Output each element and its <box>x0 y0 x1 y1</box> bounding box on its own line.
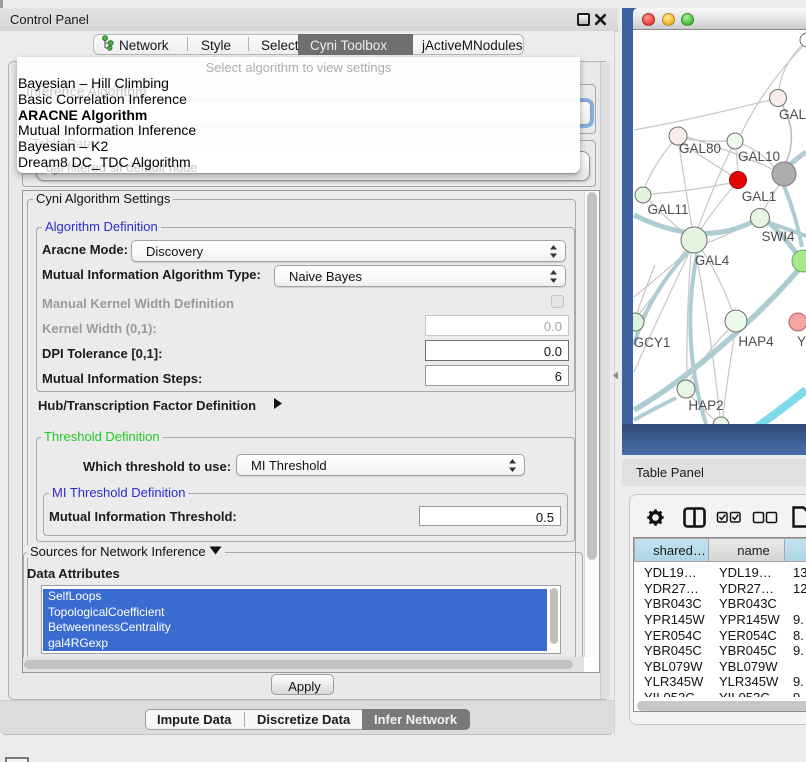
svg-text:HAP4: HAP4 <box>738 334 774 349</box>
svg-text:GAL11: GAL11 <box>647 202 688 217</box>
svg-text:GAL80: GAL80 <box>679 141 721 156</box>
svg-text:GAL1: GAL1 <box>742 189 777 204</box>
svg-text:GAL10: GAL10 <box>738 149 780 164</box>
svg-text:GCY1: GCY1 <box>634 335 671 350</box>
svg-text:GAL2: GAL2 <box>779 107 806 122</box>
svg-text:GAL4: GAL4 <box>695 253 730 268</box>
svg-text:YB: YB <box>797 334 806 349</box>
svg-text:HAP2: HAP2 <box>688 398 723 413</box>
svg-text:SWI4: SWI4 <box>761 229 794 244</box>
